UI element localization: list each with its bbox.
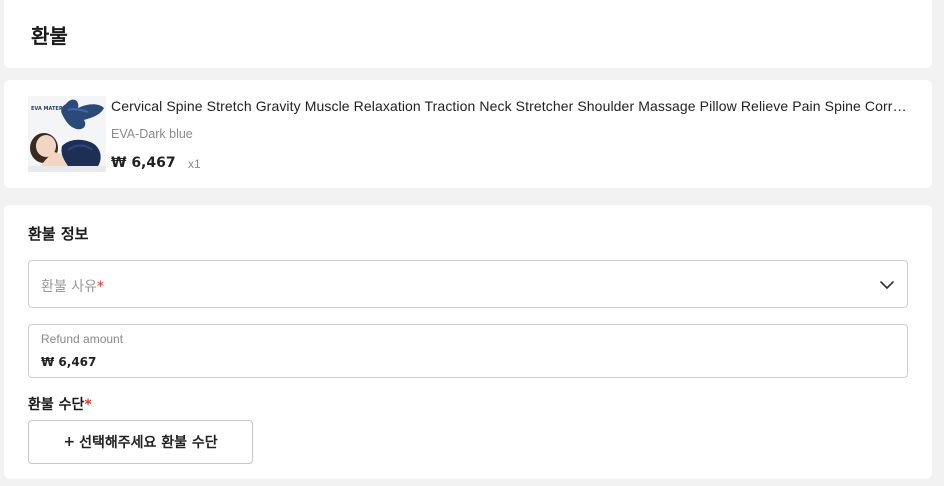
neck-pillow-photo-icon: EVA MATERIAL — [28, 96, 106, 172]
refund-reason-placeholder: 환불 사유* — [41, 276, 104, 296]
refund-reason-text: 환불 사유 — [41, 279, 97, 295]
select-refund-method-button[interactable]: + 선택해주세요 환불 수단 — [28, 420, 253, 464]
refund-amount-field: Refund amount ₩ 6,467 — [28, 324, 908, 378]
product-title[interactable]: Cervical Spine Stretch Gravity Muscle Re… — [111, 98, 911, 114]
refund-amount-label: Refund amount — [41, 332, 124, 346]
product-image: EVA MATERIAL — [28, 96, 106, 172]
product-variant: EVA-Dark blue — [111, 127, 193, 141]
refund-amount-value: ₩ 6,467 — [41, 355, 97, 369]
select-refund-method-label: 선택해주세요 환불 수단 — [79, 435, 218, 451]
refund-info-title: 환불 정보 — [28, 225, 89, 243]
product-card: EVA MATERIAL Cervical Spine Stretch Grav… — [4, 80, 932, 188]
required-mark: * — [84, 397, 92, 413]
product-price: ₩ 6,467 — [111, 155, 176, 171]
refund-method-label: 환불 수단* — [28, 394, 92, 414]
refund-info-card: 환불 정보 환불 사유* Refund amount ₩ 6,467 환불 수단… — [4, 205, 932, 479]
refund-reason-select[interactable]: 환불 사유* — [28, 260, 908, 308]
page-header: 환불 — [4, 0, 932, 68]
chevron-down-icon[interactable] — [879, 277, 895, 293]
product-quantity: x1 — [188, 157, 201, 171]
page-title: 환불 — [31, 24, 68, 48]
refund-method-text: 환불 수단 — [28, 397, 85, 413]
plus-icon: + — [63, 434, 76, 450]
required-mark: * — [96, 279, 104, 295]
